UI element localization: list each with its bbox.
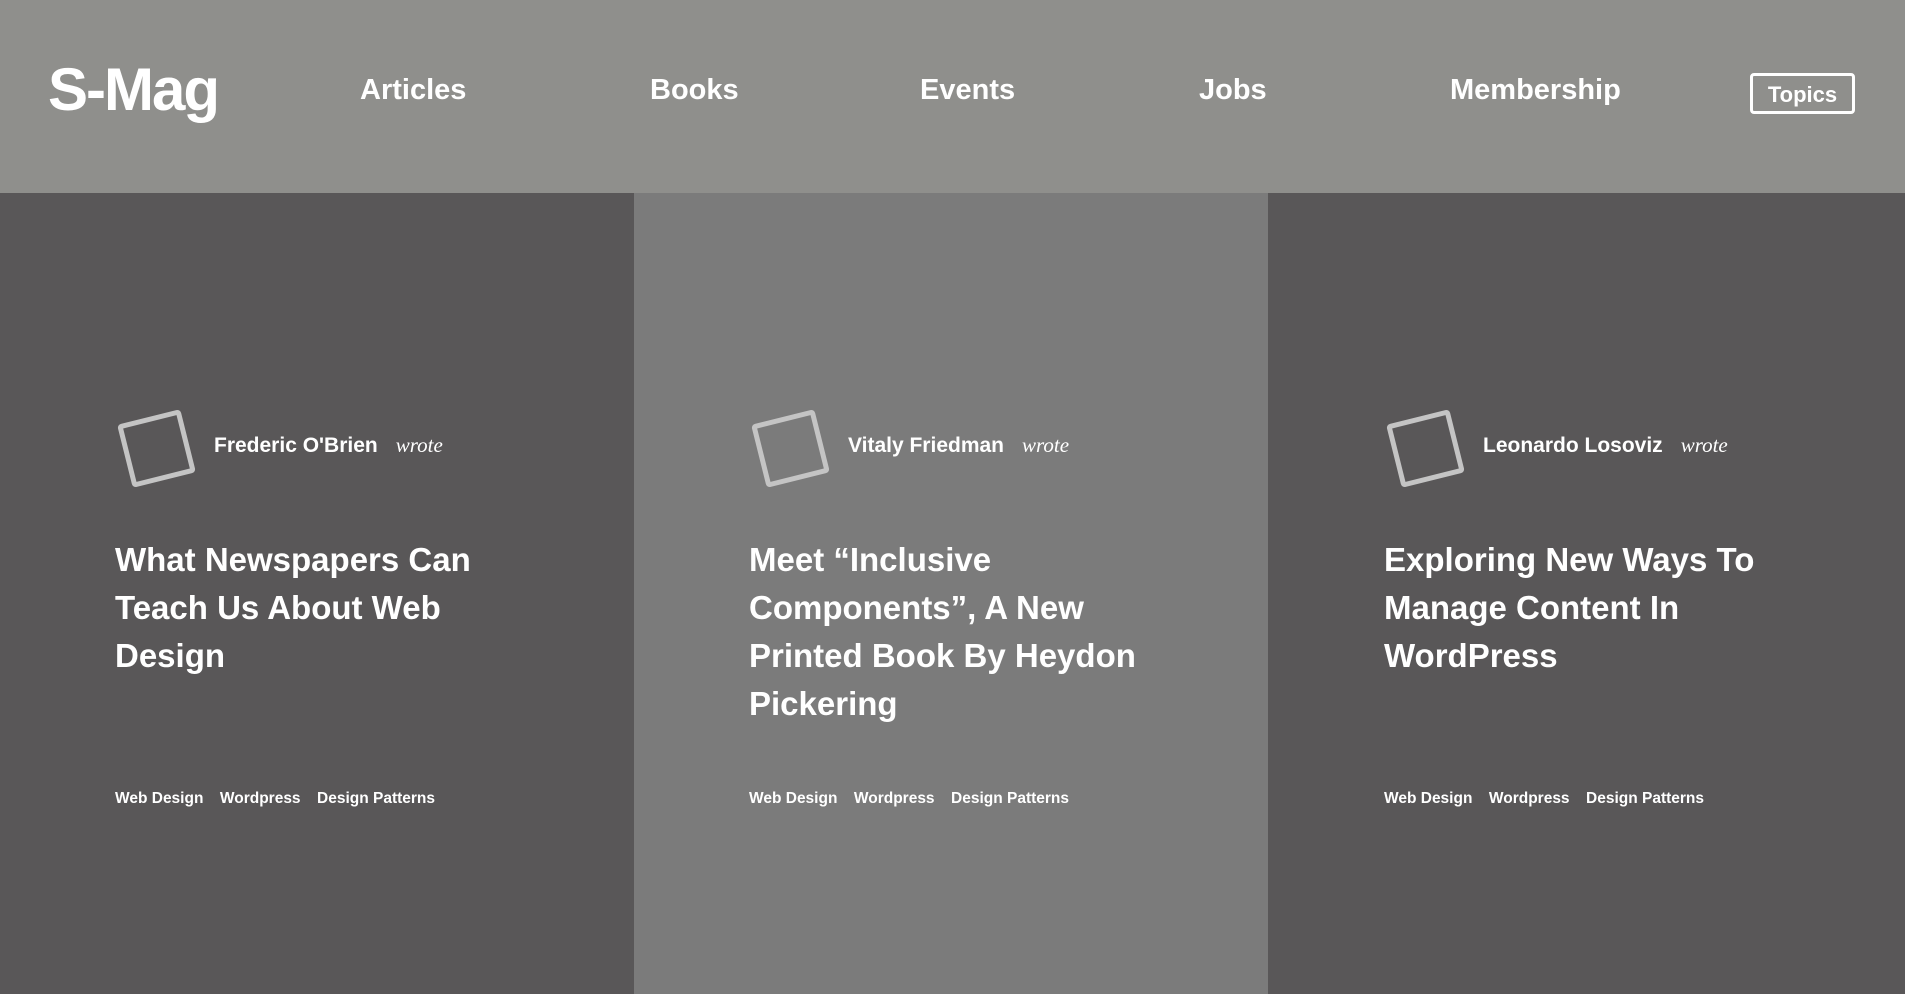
article-title[interactable]: What Newspapers Can Teach Us About Web D… xyxy=(115,536,555,680)
nav-membership[interactable]: Membership xyxy=(1450,72,1621,108)
article-title[interactable]: Meet “Inclusive Components”, A New Print… xyxy=(749,536,1189,728)
tag-design-patterns[interactable]: Design Patterns xyxy=(1586,790,1704,807)
tag-web-design[interactable]: Web Design xyxy=(115,790,203,807)
tag-wordpress[interactable]: Wordpress xyxy=(854,790,935,807)
author-line: Leonardo Losoviz wrote xyxy=(1483,433,1728,458)
site-logo[interactable]: S-Mag xyxy=(48,56,220,124)
author-name[interactable]: Leonardo Losoviz xyxy=(1483,434,1663,457)
article-card: Vitaly Friedman wrote Meet “Inclusive Com… xyxy=(634,193,1268,994)
author-name[interactable]: Frederic O'Brien xyxy=(214,434,378,457)
topics-button[interactable]: Topics xyxy=(1750,73,1855,114)
nav-events[interactable]: Events xyxy=(920,72,1015,108)
tag-wordpress[interactable]: Wordpress xyxy=(220,790,301,807)
wrote-label: wrote xyxy=(395,433,443,457)
wrote-label: wrote xyxy=(1022,433,1070,457)
article-card: Frederic O'Brien wrote What Newspapers Ca… xyxy=(0,193,634,994)
author-avatar-icon[interactable] xyxy=(751,409,830,488)
nav-articles[interactable]: Articles xyxy=(360,72,466,108)
article-title[interactable]: Exploring New Ways To Manage Content In … xyxy=(1384,536,1824,680)
tag-design-patterns[interactable]: Design Patterns xyxy=(951,790,1069,807)
site-header: S-Mag Articles Books Events Jobs Members… xyxy=(0,0,1905,193)
tag-web-design[interactable]: Web Design xyxy=(749,790,837,807)
author-avatar-icon[interactable] xyxy=(1386,409,1465,488)
nav-jobs[interactable]: Jobs xyxy=(1199,72,1267,108)
tag-wordpress[interactable]: Wordpress xyxy=(1489,790,1570,807)
tag-web-design[interactable]: Web Design xyxy=(1384,790,1472,807)
wrote-label: wrote xyxy=(1680,433,1728,457)
tag-list: Web Design Wordpress Design Patterns xyxy=(1384,790,1716,808)
tag-list: Web Design Wordpress Design Patterns xyxy=(115,790,447,808)
author-line: Frederic O'Brien wrote xyxy=(214,433,443,458)
author-avatar-icon[interactable] xyxy=(117,409,196,488)
tag-design-patterns[interactable]: Design Patterns xyxy=(317,790,435,807)
tag-list: Web Design Wordpress Design Patterns xyxy=(749,790,1081,808)
article-card: Leonardo Losoviz wrote Exploring New Ways… xyxy=(1269,193,1905,994)
author-name[interactable]: Vitaly Friedman xyxy=(848,434,1004,457)
author-line: Vitaly Friedman wrote xyxy=(848,433,1069,458)
nav-books[interactable]: Books xyxy=(650,72,739,108)
